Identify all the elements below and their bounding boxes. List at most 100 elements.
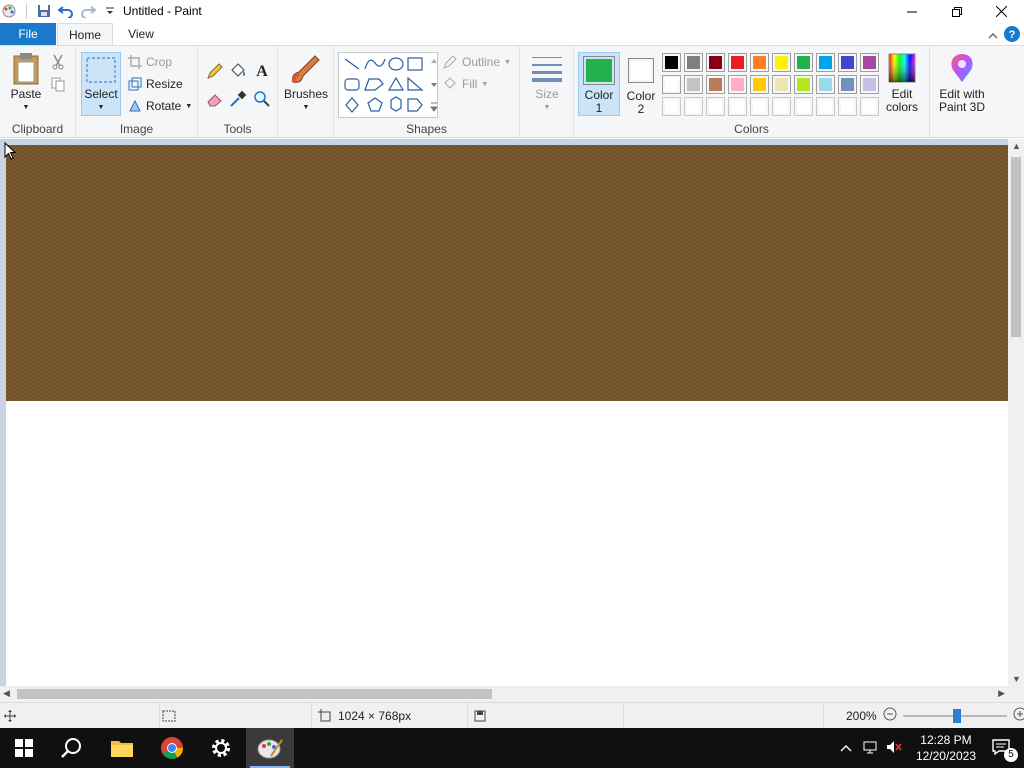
palette-swatch[interactable] — [706, 75, 725, 94]
palette-swatch[interactable] — [706, 53, 725, 72]
palette-swatch[interactable] — [684, 97, 703, 116]
palette-swatch[interactable] — [728, 97, 747, 116]
palette-swatch[interactable] — [838, 75, 857, 94]
palette-swatch[interactable] — [816, 53, 835, 72]
scroll-left-icon[interactable]: ◀ — [3, 688, 10, 699]
customize-qat-icon[interactable] — [101, 2, 119, 20]
paint-app-icon[interactable] — [0, 2, 18, 20]
chevron-down-icon: ▼ — [504, 58, 511, 66]
file-explorer-button[interactable] — [98, 728, 146, 768]
select-button[interactable]: Select ▼ — [81, 52, 121, 116]
taskbar-clock[interactable]: 12:28 PM 12/20/2023 — [916, 732, 976, 764]
palette-swatch[interactable] — [662, 75, 681, 94]
palette-swatch[interactable] — [772, 53, 791, 72]
close-button[interactable] — [979, 0, 1024, 23]
drawing-canvas[interactable] — [6, 145, 1008, 686]
outline-button[interactable]: Outline ▼ — [442, 52, 511, 72]
scroll-right-icon[interactable]: ▶ — [998, 688, 1005, 699]
palette-swatch-fill — [819, 56, 832, 69]
palette-swatch[interactable] — [662, 53, 681, 72]
palette-swatch[interactable] — [838, 53, 857, 72]
color1-button[interactable]: Color 1 — [578, 52, 620, 116]
edit-colors-button[interactable]: Edit colors — [882, 52, 922, 114]
minimize-button[interactable] — [889, 0, 934, 23]
palette-swatch[interactable] — [794, 53, 813, 72]
tab-home[interactable]: Home — [57, 23, 113, 46]
clock-time: 12:28 PM — [920, 733, 972, 747]
shapes-gallery[interactable] — [338, 52, 438, 118]
pencil-icon[interactable] — [206, 62, 224, 83]
palette-swatch[interactable] — [794, 97, 813, 116]
palette-swatch[interactable] — [750, 97, 769, 116]
palette-swatch[interactable] — [772, 75, 791, 94]
save-icon[interactable] — [35, 2, 53, 20]
search-button[interactable] — [48, 728, 96, 768]
zoom-in-icon[interactable] — [1013, 707, 1024, 724]
chrome-button[interactable] — [148, 728, 196, 768]
magnifier-icon[interactable] — [253, 90, 271, 111]
palette-swatch[interactable] — [772, 97, 791, 116]
resize-button[interactable]: Resize — [128, 74, 183, 94]
start-button[interactable] — [0, 728, 48, 768]
zoom-out-icon[interactable] — [883, 707, 897, 724]
show-hidden-icons-icon[interactable] — [840, 741, 852, 755]
size-lines-icon — [532, 57, 562, 82]
scroll-up-icon[interactable]: ▲ — [1012, 141, 1021, 151]
horizontal-scrollbar[interactable]: ◀ ▶ — [0, 686, 1008, 702]
palette-swatch[interactable] — [816, 97, 835, 116]
palette-swatch[interactable] — [816, 75, 835, 94]
palette-swatch-fill — [687, 78, 700, 91]
tab-file[interactable]: File — [0, 23, 56, 46]
paste-button[interactable]: Paste ▼ — [6, 52, 46, 114]
horizontal-scroll-thumb[interactable] — [17, 689, 492, 699]
palette-swatch[interactable] — [728, 75, 747, 94]
palette-swatch[interactable] — [860, 53, 879, 72]
undo-icon[interactable] — [57, 2, 75, 20]
palette-swatch[interactable] — [750, 53, 769, 72]
text-tool-icon[interactable]: A — [253, 61, 271, 82]
palette-swatch[interactable] — [750, 75, 769, 94]
notifications-button[interactable]: 5 — [992, 738, 1018, 762]
edit-with-paint3d-button[interactable]: Edit with Paint 3D — [934, 52, 990, 114]
canvas-workspace — [0, 139, 1008, 686]
settings-button[interactable] — [197, 728, 245, 768]
select-rectangle-icon — [86, 57, 116, 83]
palette-swatch[interactable] — [838, 97, 857, 116]
restore-button[interactable] — [934, 0, 979, 23]
color2-button[interactable]: Color 2 — [622, 52, 660, 116]
palette-swatch[interactable] — [794, 75, 813, 94]
copy-icon[interactable] — [50, 76, 66, 95]
collapse-ribbon-icon[interactable] — [988, 29, 998, 43]
palette-swatch[interactable] — [662, 97, 681, 116]
vertical-scroll-thumb[interactable] — [1011, 157, 1021, 337]
crop-button[interactable]: Crop — [128, 52, 172, 72]
ribbon: Paste ▼ Clipboard Select ▼ Crop Resize R… — [0, 45, 1024, 138]
fill-bucket-icon[interactable] — [229, 62, 247, 83]
size-group: Size ▼ — [520, 46, 574, 138]
tab-view[interactable]: View — [118, 23, 164, 46]
volume-muted-icon[interactable] — [886, 739, 902, 758]
zoom-slider[interactable] — [902, 708, 1007, 723]
clipboard-group-label: Clipboard — [11, 122, 64, 136]
network-icon[interactable] — [862, 739, 878, 758]
palette-swatch[interactable] — [684, 75, 703, 94]
eraser-icon[interactable] — [206, 90, 224, 111]
color-picker-icon[interactable] — [229, 90, 247, 111]
help-icon[interactable]: ? — [1004, 26, 1020, 45]
cut-icon[interactable] — [50, 54, 66, 73]
paint-taskbar-button[interactable] — [246, 728, 294, 768]
fill-button[interactable]: Fill ▼ — [442, 74, 488, 94]
zoom-slider-thumb[interactable] — [952, 708, 961, 723]
rotate-button[interactable]: Rotate ▼ — [128, 96, 192, 116]
palette-swatch[interactable] — [706, 97, 725, 116]
scroll-down-icon[interactable]: ▼ — [1012, 674, 1021, 684]
palette-swatch[interactable] — [860, 75, 879, 94]
vertical-scrollbar[interactable]: ▲ ▼ — [1008, 139, 1024, 686]
palette-swatch[interactable] — [684, 53, 703, 72]
brushes-button[interactable]: Brushes ▼ — [284, 52, 328, 114]
size-button[interactable]: Size ▼ — [527, 54, 567, 114]
redo-icon[interactable] — [79, 2, 97, 20]
palette-swatch[interactable] — [860, 97, 879, 116]
chevron-down-icon: ▼ — [185, 102, 193, 110]
palette-swatch[interactable] — [728, 53, 747, 72]
